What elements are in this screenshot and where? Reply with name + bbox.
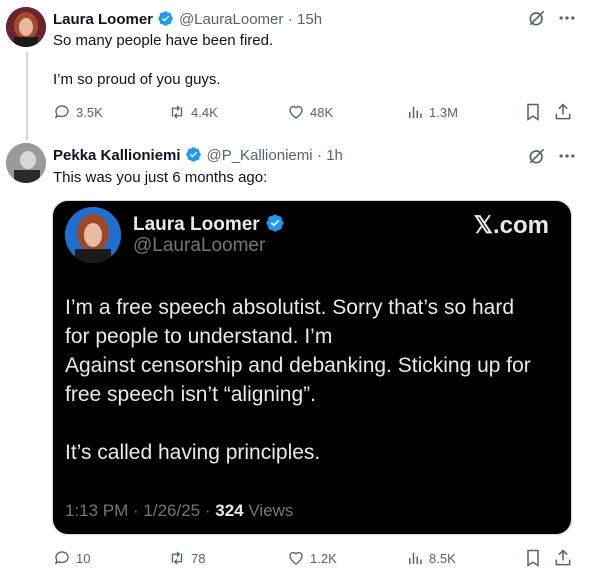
reply-count: 10 (76, 550, 91, 566)
post-text-line-1: So many people have been fired. (53, 32, 274, 49)
card-body-line: Against censorship and debanking. Sticki… (65, 354, 531, 377)
repost-count: 4.4K (191, 104, 218, 120)
share-icon[interactable] (553, 548, 573, 573)
card-body-line: I’m a free speech absolutist. Sorry that… (65, 296, 514, 319)
reply-icon (54, 105, 69, 119)
bookmark-icon[interactable] (523, 102, 543, 127)
card-views-label: Views (248, 501, 294, 520)
like-button[interactable]: 1.2K (287, 549, 337, 567)
reply-button[interactable]: 3.5K (53, 103, 103, 121)
heart-icon (289, 105, 303, 119)
reply-count: 3.5K (76, 104, 103, 120)
verified-badge-icon (158, 11, 174, 26)
views-chart-icon (409, 106, 422, 118)
views-button[interactable]: 1.3M (406, 103, 458, 121)
avatar-pekka-kallioniemi[interactable] (6, 143, 46, 183)
card-author-name: Laura Loomer (133, 213, 285, 236)
views-button[interactable]: 8.5K (406, 549, 456, 567)
share-icon[interactable] (553, 102, 573, 127)
card-views-count: 324 (215, 501, 244, 520)
verified-badge-icon (186, 147, 201, 162)
author-handle[interactable]: @P_Kallioniemi (206, 147, 312, 164)
card-avatar (65, 207, 121, 263)
card-body-line: for people to understand. I’m (65, 325, 333, 348)
views-count: 8.5K (429, 550, 456, 566)
more-options-icon[interactable] (557, 8, 577, 33)
heart-icon (289, 551, 303, 565)
post-header: Pekka Kallioniemi @P_Kallioniemi · 1h (53, 146, 343, 165)
post-time[interactable]: · 15h (288, 11, 322, 28)
card-body-line: It’s called having principles. (65, 441, 321, 464)
repost-count: 78 (191, 550, 206, 566)
grok-icon[interactable] (527, 146, 547, 171)
author-handle[interactable]: @LauraLoomer (179, 11, 283, 28)
author-name[interactable]: Laura Loomer (53, 11, 153, 28)
card-body-line: free speech isn’t “aligning”. (65, 383, 316, 406)
more-options-icon[interactable] (557, 146, 577, 171)
card-author-handle: @LauraLoomer (133, 235, 266, 256)
card-body-line (65, 409, 565, 438)
post-header: Laura Loomer @LauraLoomer · 15h (53, 10, 322, 29)
card-brand-logo: 𝕏.com (473, 212, 549, 239)
views-count: 1.3M (429, 104, 458, 120)
card-timestamp: 1:13 PM · 1/26/25 · (65, 501, 211, 520)
like-count: 48K (310, 104, 334, 120)
repost-icon (171, 551, 183, 565)
avatar-laura-loomer[interactable] (6, 7, 46, 47)
reply-button[interactable]: 10 (53, 549, 90, 567)
repost-button[interactable]: 78 (168, 549, 205, 567)
like-count: 1.2K (310, 550, 337, 566)
card-meta: 1:13 PM · 1/26/25 · 324 Views (65, 501, 293, 521)
thread-line (26, 52, 28, 140)
quote-image-card[interactable]: Laura Loomer @LauraLoomer 𝕏.com I’m a fr… (52, 200, 572, 535)
like-button[interactable]: 48K (287, 103, 333, 121)
grok-icon[interactable] (527, 8, 547, 33)
repost-icon (171, 105, 183, 119)
views-chart-icon (409, 552, 422, 564)
card-body-text: I’m a free speech absolutist. Sorry that… (65, 293, 565, 467)
reply-icon (54, 551, 69, 565)
post-time[interactable]: · 1h (317, 147, 343, 164)
verified-badge-icon (266, 214, 284, 232)
repost-button[interactable]: 4.4K (168, 103, 218, 121)
post-text: This was you just 6 months ago: (53, 169, 268, 186)
author-name[interactable]: Pekka Kallioniemi (53, 147, 181, 164)
post-text-line-2: I’m so proud of you guys. (53, 71, 221, 88)
bookmark-icon[interactable] (523, 548, 543, 573)
